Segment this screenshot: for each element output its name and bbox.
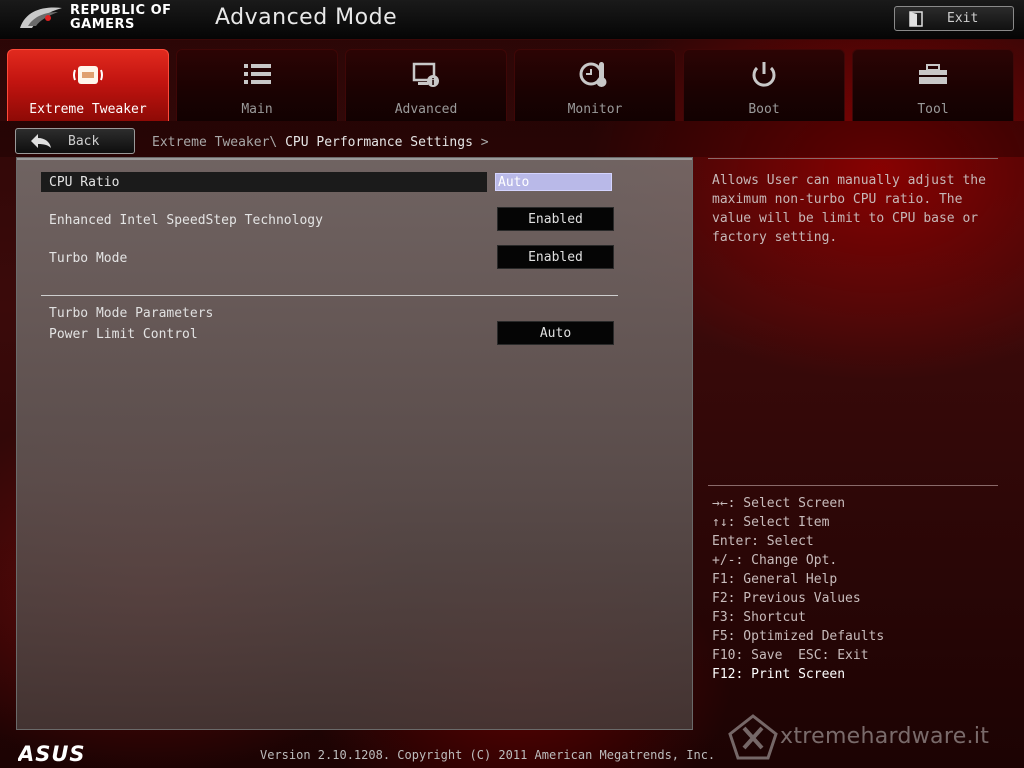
- key-hint: F5: Optimized Defaults: [712, 629, 885, 644]
- thermometer-icon: [579, 62, 607, 87]
- toolbox-icon: [919, 64, 947, 84]
- brand-logo-text: REPUBLIC OF GAMERS: [70, 4, 172, 32]
- setting-label: CPU Ratio: [49, 174, 120, 190]
- key-hint: ↑↓: Select Item: [712, 515, 830, 530]
- advanced-settings-icon: i: [412, 62, 439, 88]
- help-divider-bottom: [708, 485, 998, 486]
- item-help-text: Allows User can manually adjust the maxi…: [712, 173, 986, 245]
- tab-advanced[interactable]: i Advanced: [345, 49, 507, 121]
- tab-label: Boot: [748, 102, 780, 117]
- tab-label: Advanced: [394, 102, 458, 117]
- tab-boot[interactable]: Boot: [683, 49, 845, 121]
- tab-monitor[interactable]: Monitor: [514, 49, 676, 121]
- key-hint: F3: Shortcut: [712, 610, 806, 625]
- svg-text:ASUS: ASUS: [18, 744, 86, 764]
- setting-label: Turbo Mode: [49, 250, 128, 266]
- settings-panel: CPU Ratio Auto Enhanced Intel SpeedStep …: [16, 157, 693, 730]
- breadcrumb-current: CPU Performance Settings: [285, 135, 473, 150]
- panel-top-border: [17, 158, 692, 160]
- cpu-ratio-input[interactable]: Auto: [495, 173, 612, 191]
- turbo-parameters-heading: Turbo Mode Parameters: [49, 306, 214, 321]
- key-hint: F1: General Help: [712, 572, 838, 587]
- version-copyright: Version 2.10.1208. Copyright (C) 2011 Am…: [260, 748, 716, 762]
- setting-label: Power Limit Control: [49, 326, 198, 342]
- section-divider: [41, 295, 618, 296]
- tab-extreme-tweaker[interactable]: Extreme Tweaker: [7, 49, 169, 121]
- extreme-tweaker-icon: [73, 66, 103, 84]
- key-hint: F12: Print Screen: [712, 667, 846, 682]
- back-button[interactable]: Back: [15, 128, 135, 154]
- tab-main[interactable]: Main: [176, 49, 338, 121]
- watermark-x-icon: [728, 714, 778, 760]
- title-bar: REPUBLIC OF GAMERS Advanced Mode Exit: [0, 0, 1024, 40]
- exit-label: Exit: [947, 11, 979, 26]
- speedstep-dropdown[interactable]: Enabled: [497, 207, 614, 231]
- back-arrow-icon: [31, 134, 51, 148]
- setting-label: Enhanced Intel SpeedStep Technology: [49, 212, 323, 228]
- key-hint: F2: Previous Values: [712, 591, 861, 606]
- tab-label: Monitor: [567, 102, 623, 117]
- key-hint: +/-: Change Opt.: [712, 553, 838, 568]
- navigation-bar: Back Extreme Tweaker\ CPU Performance Se…: [0, 121, 1024, 157]
- key-hint: F10: Save ESC: Exit: [712, 648, 869, 663]
- breadcrumb: Extreme Tweaker\ CPU Performance Setting…: [152, 135, 489, 150]
- list-icon: [244, 64, 271, 84]
- tab-tool[interactable]: Tool: [852, 49, 1014, 121]
- svg-text:i: i: [431, 78, 434, 88]
- exit-door-icon: [909, 10, 923, 27]
- brand-line1: REPUBLIC OF: [70, 3, 172, 18]
- tab-label: Tool: [917, 102, 949, 117]
- rog-logo: [20, 7, 62, 28]
- brand-line2: GAMERS: [70, 17, 135, 32]
- page-title: Advanced Mode: [215, 5, 398, 30]
- main-tabs: Extreme Tweaker Main i Advanced Monitor: [7, 49, 1017, 121]
- turbo-mode-dropdown[interactable]: Enabled: [497, 245, 614, 269]
- back-label: Back: [68, 133, 100, 149]
- key-legend: →←: Select Screen ↑↓: Select Item Enter:…: [712, 494, 884, 684]
- power-limit-dropdown[interactable]: Auto: [497, 321, 614, 345]
- tab-label: Extreme Tweaker: [29, 102, 147, 117]
- tab-label: Main: [241, 102, 273, 117]
- watermark: xtremehardware.it: [728, 712, 1008, 762]
- asus-logo: ASUS: [18, 744, 86, 764]
- watermark-text: xtremehardware.it: [780, 724, 990, 749]
- power-icon: [752, 62, 776, 87]
- breadcrumb-parent[interactable]: Extreme Tweaker\: [152, 135, 277, 150]
- key-hint: Enter: Select: [712, 534, 814, 549]
- breadcrumb-arrow: >: [480, 135, 489, 150]
- key-hint: →←: Select Screen: [712, 496, 846, 511]
- setting-row-cpu-ratio[interactable]: CPU Ratio: [41, 172, 487, 192]
- help-divider-top: [708, 158, 998, 159]
- exit-button[interactable]: Exit: [894, 6, 1014, 31]
